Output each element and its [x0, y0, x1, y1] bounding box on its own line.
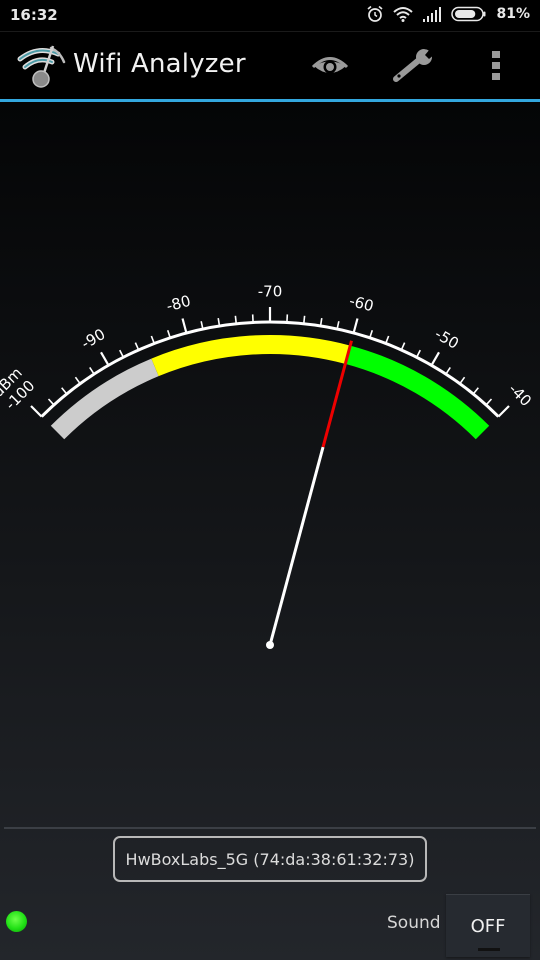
view-icon[interactable] — [311, 54, 349, 80]
meter-minor-tick — [302, 315, 306, 324]
status-icons: 81% — [366, 5, 530, 23]
meter-minor-tick — [89, 366, 95, 375]
selected-network-label: HwBoxLabs_5G (74:da:38:61:32:73) — [125, 849, 415, 869]
meter-minor-tick — [74, 376, 81, 385]
sound-label: Sound — [387, 913, 441, 933]
meter-minor-tick — [150, 335, 155, 344]
status-time: 16:32 — [10, 6, 58, 24]
toggle-indicator — [478, 948, 500, 951]
app-title: Wifi Analyzer — [73, 49, 246, 79]
meter-minor-tick — [485, 398, 493, 406]
status-bar: 16:32 81% — [0, 0, 540, 32]
meter-major-tick — [30, 405, 43, 418]
meter-label: -40 — [505, 380, 535, 410]
meter-minor-tick — [459, 376, 466, 385]
tools-icon[interactable] — [391, 48, 435, 84]
divider — [4, 827, 536, 829]
meter-minor-tick — [47, 398, 55, 406]
meter-label: -70 — [258, 283, 283, 301]
meter-minor-tick — [472, 387, 479, 395]
sound-toggle-state: OFF — [470, 915, 506, 937]
needle-pivot — [266, 641, 274, 649]
meter-zone-fair — [151, 335, 351, 377]
needle-shaft — [268, 446, 325, 646]
meter-minor-tick — [61, 387, 68, 395]
meter-label: -90 — [78, 325, 108, 353]
meter-minor-tick — [234, 315, 238, 324]
meter-minor-tick — [445, 366, 451, 375]
status-led — [6, 911, 27, 932]
alarm-icon — [367, 5, 384, 22]
meter-major-tick — [100, 351, 110, 366]
meter-label: -60 — [347, 292, 375, 316]
wifi-icon — [393, 7, 414, 22]
battery-percent: 81% — [496, 6, 530, 22]
app-bar: Wifi Analyzer — [0, 32, 540, 99]
meter-zone-good — [345, 345, 490, 440]
meter-major-tick — [497, 405, 510, 418]
meter-zone-weak — [50, 358, 159, 440]
meter-zones — [50, 335, 490, 440]
meter-label: -80 — [164, 292, 192, 316]
meter-minor-tick — [119, 349, 125, 358]
meter-minor-tick — [415, 349, 421, 358]
battery-icon — [451, 6, 486, 22]
wifi-analyzer-logo-icon — [17, 45, 66, 88]
meter-needle — [266, 340, 353, 649]
meter-major-tick — [181, 318, 188, 334]
meter-label: -50 — [432, 325, 462, 353]
overflow-menu-icon[interactable] — [491, 50, 503, 82]
signal-meter-panel: -100 -90 -80 -70 -60 -50 -40 dBm HwBoxLabs_5G (… — [0, 102, 540, 960]
meter-major-tick — [352, 318, 359, 334]
sound-toggle-button[interactable]: OFF — [446, 894, 530, 957]
meter-minor-tick — [400, 342, 406, 351]
meter-major-tick — [430, 351, 440, 366]
meter-minor-tick — [385, 335, 390, 344]
signal-icon — [423, 7, 442, 22]
selected-network-button[interactable]: HwBoxLabs_5G (74:da:38:61:32:73) — [113, 836, 427, 882]
meter-minor-tick — [134, 342, 140, 351]
signal-meter: -100-90-80-70-60-50-40dBm — [0, 283, 535, 649]
